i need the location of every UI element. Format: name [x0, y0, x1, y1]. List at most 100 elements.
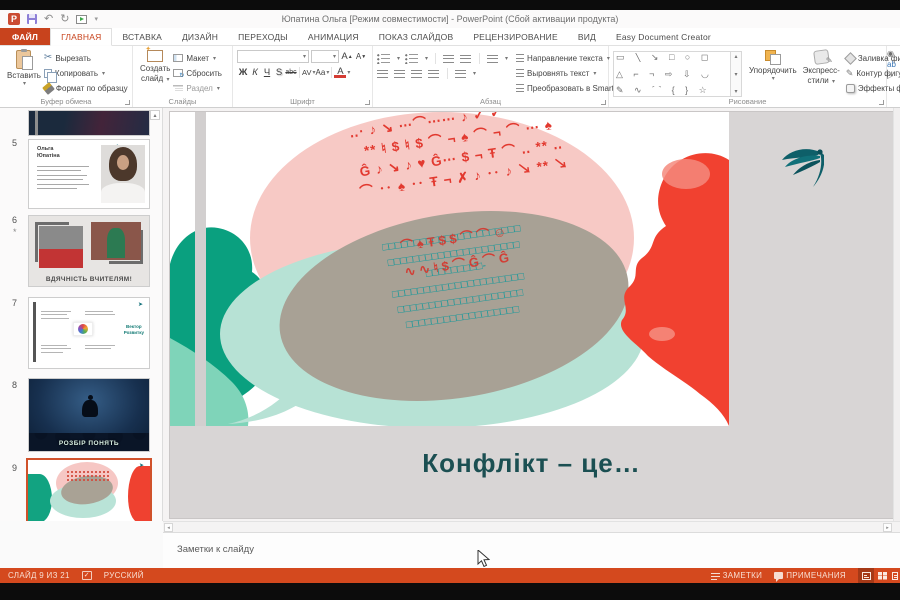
shapes-gallery-scroll[interactable]: ▴ ▾ ▾ [731, 51, 742, 97]
slide-7-cell-2 [85, 308, 119, 318]
align-right-icon[interactable] [411, 69, 422, 79]
shape-outline-button[interactable]: ✎ Контур фигуры ▾ [846, 66, 900, 80]
spellcheck-icon[interactable] [76, 568, 98, 583]
hscroll-right-button[interactable]: ▸ [883, 523, 892, 532]
section-label: Раздел [186, 84, 212, 93]
tab-animation[interactable]: АНИМАЦИЯ [298, 28, 369, 45]
title-bar: P ↶ ↻ ▾ Юпатина Ольга [Режим совместимос… [0, 10, 900, 28]
copy-icon [44, 69, 52, 78]
normal-view-button[interactable] [858, 568, 874, 583]
powerpoint-logo-icon[interactable]: P [8, 13, 20, 25]
tab-slideshow[interactable]: ПОКАЗ СЛАЙДОВ [369, 28, 464, 45]
align-center-icon[interactable] [394, 69, 405, 79]
tab-review[interactable]: РЕЦЕНЗИРОВАНИЕ [463, 28, 568, 45]
character-spacing-button[interactable]: AV▾ [302, 66, 315, 79]
section-button[interactable]: Раздел ▾ [173, 81, 222, 95]
redo-icon[interactable]: ↻ [60, 14, 69, 25]
drawing-dialog-launcher[interactable] [879, 100, 884, 105]
slide-canvas[interactable]: ‥· ♪ ↘ ⋯⌒⋯⋯ ♪ ✓ ✓ ⋯¬ ♠ ⌒ ** ♮ $ ♮ $ ⌒ ¬ … [170, 112, 893, 518]
shape-outline-label: Контур фигуры [856, 69, 900, 78]
notes-pane[interactable]: Заметки к слайду [163, 532, 900, 568]
tab-design[interactable]: ДИЗАЙН [172, 28, 228, 45]
slide-counter[interactable]: СЛАЙД 9 ИЗ 21 [0, 568, 76, 583]
shapes-scroll-up-icon[interactable]: ▴ [734, 53, 737, 60]
strikethrough-button[interactable]: abc [285, 66, 297, 79]
slide-editor: ‥· ♪ ↘ ⋯⌒⋯⋯ ♪ ✓ ✓ ⋯¬ ♠ ⌒ ** ♮ $ ♮ $ ⌒ ¬ … [163, 108, 900, 521]
reading-view-button-partial[interactable] [890, 568, 900, 583]
slide-9-red-face [128, 466, 150, 521]
font-color-button[interactable]: А [334, 67, 346, 78]
notes-toggle-button[interactable]: ЗАМЕТКИ [705, 568, 769, 583]
bold-button[interactable]: Ж [237, 66, 249, 79]
shrink-font-button[interactable]: А▼ [355, 50, 367, 63]
thumbnail-slide-9-selected[interactable]: ➤ Конфлікт – це… [26, 458, 152, 521]
clipboard-dialog-launcher[interactable] [125, 100, 130, 105]
thumbnail-slide-8[interactable]: РОЗБІР ПОНЯТЬ [28, 378, 150, 452]
font-size-combo[interactable]: ▾ [311, 50, 339, 63]
font-name-combo[interactable]: ▾ [237, 50, 309, 63]
quick-styles-button[interactable]: Экспресс-стили ▾ [800, 49, 843, 95]
notes-placeholder: Заметки к слайду [177, 544, 254, 555]
thumbnail-slide-6[interactable]: ВДЯЧНІСТЬ ВЧИТЕЛЯМ! [28, 215, 150, 287]
shapes-row-1: ▭ ╲ ↘ □ ○ ◻ [616, 53, 728, 62]
desktop-background-bottom [0, 583, 900, 600]
tab-home[interactable]: ГЛАВНАЯ [50, 28, 112, 46]
text-shadow-button[interactable]: S [273, 66, 285, 79]
tab-file[interactable]: ФАЙЛ [0, 28, 50, 45]
shapes-gallery[interactable]: ▭ ╲ ↘ □ ○ ◻ △ ⌐ ¬ ⇨ ⇩ ◡ ✎ ∿ ⌒ { } ☆ [613, 51, 731, 97]
font-dialog-launcher[interactable] [365, 100, 370, 105]
thumbnail-slide-7[interactable]: ➤ ВекторРозвитку [28, 297, 150, 369]
change-case-button[interactable]: Аа▾ [315, 66, 329, 79]
panel-lower-fill [0, 521, 163, 568]
copy-button[interactable]: Копировать ▾ [44, 66, 128, 80]
font-color-dropdown-icon[interactable]: ▾ [347, 69, 350, 76]
thumbnail-slide-4-partial[interactable] [28, 110, 150, 136]
justify-icon[interactable] [428, 69, 439, 79]
slide-5-name: ОльгаЮпатіна [37, 146, 60, 160]
grow-font-button[interactable]: А▲ [341, 50, 353, 63]
numbering-icon[interactable] [405, 54, 418, 64]
shape-fill-button[interactable]: Заливка фигуры ▾ [846, 51, 900, 65]
save-icon[interactable] [27, 14, 37, 24]
line-spacing-icon[interactable] [487, 54, 498, 64]
layout-button[interactable]: Макет ▾ [173, 51, 222, 65]
start-slideshow-icon[interactable] [76, 15, 87, 24]
cut-button[interactable]: ✂ Вырезать [44, 51, 128, 65]
tab-transitions[interactable]: ПЕРЕХОДЫ [228, 28, 298, 45]
tab-view[interactable]: ВИД [568, 28, 606, 45]
bullets-icon[interactable] [377, 54, 390, 64]
shapes-more-icon[interactable]: ▾ [734, 88, 737, 95]
slide-7-logo [73, 322, 93, 336]
slide-sorter-view-button[interactable] [874, 568, 890, 583]
hscroll-left-button[interactable]: ◂ [164, 523, 173, 532]
editor-horizontal-scrollbar[interactable]: ◂ ▸ [163, 521, 900, 532]
language-indicator[interactable]: РУССКИЙ [98, 568, 150, 583]
columns-icon[interactable] [455, 69, 466, 79]
arrange-button[interactable]: Упорядочить ▾ [746, 49, 800, 95]
thumbnail-slide-5[interactable]: ОльгаЮпатіна ➤ [28, 139, 150, 209]
shape-effects-button[interactable]: Эффекты фигуры ▾ [846, 81, 900, 95]
tab-easy-document-creator[interactable]: Easy Document Creator [606, 28, 721, 45]
reset-button[interactable]: Сбросить [173, 66, 222, 80]
new-slide-button[interactable]: Создать слайд ▾ [137, 49, 173, 95]
decrease-indent-icon[interactable] [443, 54, 454, 64]
editor-vertical-scrollbar[interactable] [893, 108, 900, 521]
desktop-background-top [0, 0, 900, 10]
tab-insert[interactable]: ВСТАВКА [112, 28, 172, 45]
thumbnails-scroll-up-button[interactable]: ▴ [150, 110, 160, 120]
logo-bird-icon: ➤ [138, 302, 143, 308]
undo-icon[interactable]: ↶ [44, 14, 53, 25]
comments-toggle-button[interactable]: ПРИМЕЧАНИЯ [768, 568, 852, 583]
underline-button[interactable]: Ч [261, 66, 273, 79]
paste-button[interactable]: Вставить ▾ [4, 49, 44, 95]
align-left-icon[interactable] [377, 69, 388, 79]
slide-9-green-face [28, 474, 52, 521]
format-painter-button[interactable]: Формат по образцу [44, 81, 128, 95]
format-painter-label: Формат по образцу [56, 84, 128, 93]
shapes-scroll-down-icon[interactable]: ▾ [734, 71, 737, 78]
paragraph-dialog-launcher[interactable] [601, 100, 606, 105]
qat-dropdown-icon[interactable]: ▾ [94, 15, 98, 23]
italic-button[interactable]: К [249, 66, 261, 79]
slide-title[interactable]: Конфлікт – це… [170, 448, 893, 479]
increase-indent-icon[interactable] [460, 54, 471, 64]
